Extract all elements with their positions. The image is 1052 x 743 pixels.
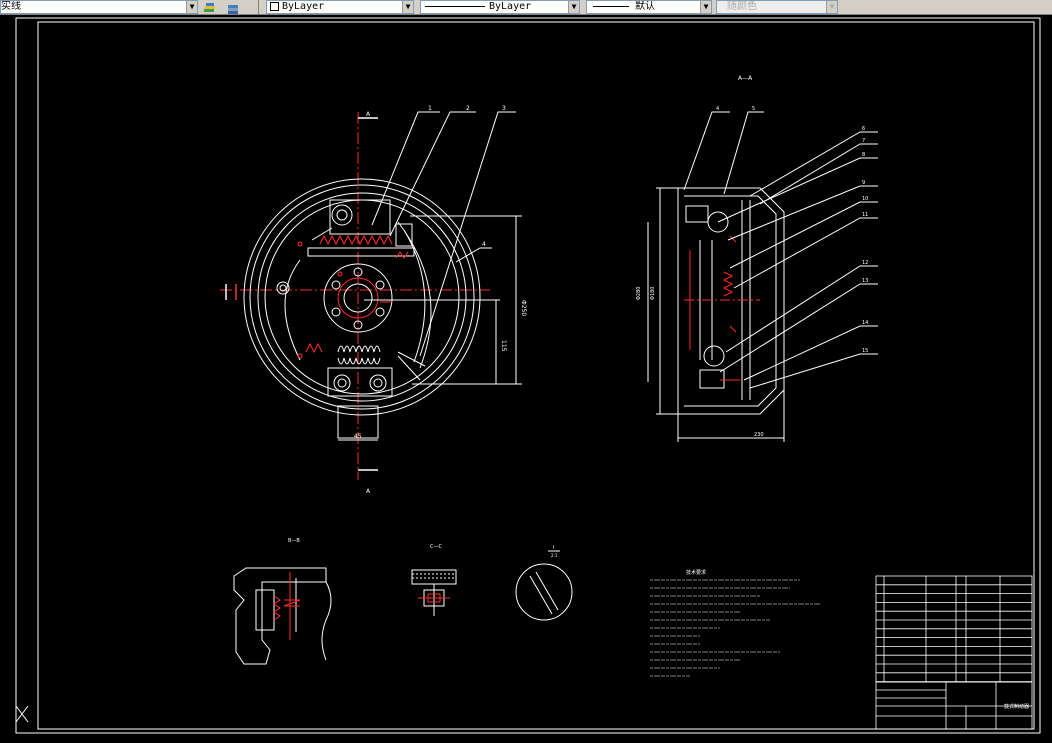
- ucs-icon: [15, 705, 29, 723]
- svg-text:5: 5: [752, 106, 755, 112]
- svg-text:12: 12: [862, 260, 868, 266]
- linetype-combo[interactable]: ByLayer ▼: [420, 0, 580, 14]
- lineweight-combo[interactable]: 默认 ▼: [586, 0, 712, 14]
- leader-2: [389, 111, 476, 237]
- svg-text:9: 9: [862, 180, 865, 186]
- linetype-value: ByLayer: [489, 1, 532, 12]
- svg-text:4: 4: [716, 106, 719, 112]
- section-mark-a-top: A: [366, 111, 371, 118]
- lineweight-value: 默认: [635, 1, 655, 12]
- svg-text:10: 10: [862, 196, 868, 202]
- layer-name: 实线: [1, 1, 21, 12]
- leader-number: 2: [466, 105, 470, 112]
- view-title-bb: B—B: [288, 538, 300, 544]
- view-title-aa: A—A: [738, 75, 753, 82]
- upper-return-spring: [319, 234, 393, 246]
- leader-number: 1: [428, 105, 432, 112]
- toolbar-separator: [258, 0, 259, 14]
- svg-text:8: 8: [862, 152, 865, 158]
- dim-d4: 230: [754, 432, 764, 438]
- leader-number: 4: [482, 241, 486, 248]
- technical-notes: 技术要求: [650, 569, 820, 677]
- lower-return-spring: [337, 345, 381, 353]
- side-spring: [722, 271, 734, 297]
- detail-view-bb: B—B: [233, 538, 332, 665]
- drum-rim-circle: [249, 184, 475, 410]
- chevron-down-icon[interactable]: ▼: [402, 1, 413, 13]
- drum-outer-circle: [243, 178, 481, 416]
- svg-text:11: 11: [862, 212, 868, 218]
- layer-previous-icon[interactable]: [226, 0, 240, 14]
- svg-text:Φ180: Φ180: [650, 287, 656, 300]
- section-mark-a-bottom: A: [366, 488, 371, 495]
- view-title-cc: C—C: [430, 544, 442, 550]
- color-value: ByLayer: [282, 1, 325, 12]
- color-combo[interactable]: ByLayer ▼: [266, 0, 414, 14]
- layer-combo[interactable]: 实线 ▼: [0, 0, 198, 14]
- sheet-inner-border: [37, 21, 1035, 730]
- linetype-preview: [425, 5, 485, 7]
- sheet-outer-border: [15, 17, 1041, 734]
- lineweight-preview: [593, 5, 629, 7]
- dim-d1: Φ250: [520, 300, 527, 316]
- properties-toolbar: 实线 ▼ ByLayer ▼ ByLayer ▼ 默认 ▼ 随颜色 ▼: [0, 0, 1052, 15]
- notes-title: 技术要求: [686, 569, 706, 576]
- layer-states-icon[interactable]: [203, 0, 217, 12]
- svg-text:7: 7: [862, 138, 865, 144]
- dim-d3: 45: [354, 433, 362, 440]
- svg-text:6: 6: [862, 126, 865, 132]
- svg-text:15: 15: [862, 348, 868, 354]
- front-view: 1 2 3 4 A A Φ250 115 45: [220, 105, 527, 495]
- title-block-drawing-name: 鼓式制动器: [1004, 703, 1029, 710]
- chevron-down-icon[interactable]: ▼: [186, 1, 197, 13]
- plotstyle-value: 随颜色: [727, 1, 757, 12]
- color-swatch: [270, 1, 279, 11]
- backplate-circle: [257, 192, 467, 402]
- dim-d2: 115: [500, 340, 507, 352]
- detail-round: I 2:1: [515, 545, 573, 621]
- chevron-down-icon[interactable]: ▼: [568, 1, 579, 13]
- side-section-view: A—A 4 5 678 91011 121314 15 230 Φ280 Φ18…: [636, 75, 878, 442]
- leader-number: 3: [502, 105, 506, 112]
- chevron-down-icon[interactable]: ▼: [700, 1, 711, 13]
- detail-view-cc: C—C: [411, 544, 457, 616]
- svg-text:14: 14: [862, 320, 868, 326]
- drawing-canvas[interactable]: 1 2 3 4 A A Φ250 115 45 A—A 4 5 6 7 8 9 …: [0, 15, 1052, 743]
- svg-text:I: I: [553, 545, 554, 551]
- chevron-down-icon: ▼: [826, 1, 837, 13]
- svg-text:2:1: 2:1: [551, 553, 558, 558]
- leader-3: [419, 111, 516, 357]
- svg-text:Φ280: Φ280: [636, 287, 642, 300]
- svg-text:13: 13: [862, 278, 868, 284]
- plotstyle-combo: 随颜色 ▼: [716, 0, 838, 14]
